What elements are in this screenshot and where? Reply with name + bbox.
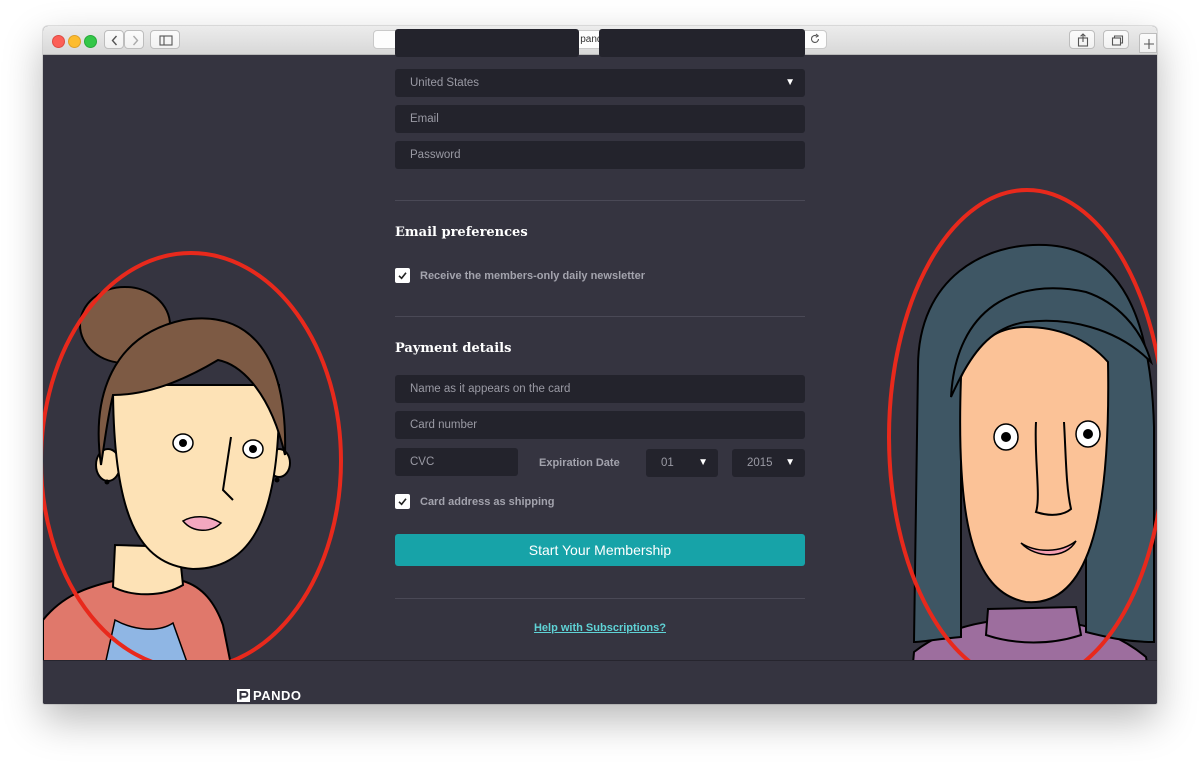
- pando-logo[interactable]: PANDO: [237, 688, 301, 703]
- password-placeholder: Password: [410, 149, 461, 161]
- exp-year-select[interactable]: 2015 ▼: [732, 449, 805, 477]
- card-number-field[interactable]: Card number: [395, 411, 805, 439]
- card-name-field[interactable]: Name as it appears on the card: [395, 375, 805, 403]
- exp-year-value: 2015: [747, 457, 773, 469]
- zoom-window-button[interactable]: [84, 35, 97, 48]
- sidebar-icon: [159, 35, 173, 46]
- email-preferences-heading: Email preferences: [395, 225, 528, 240]
- checkmark-icon: [398, 272, 407, 280]
- pando-logo-icon: [237, 688, 250, 702]
- plus-icon: [1144, 39, 1154, 49]
- newsletter-label[interactable]: Receive the members-only daily newslette…: [420, 270, 645, 282]
- payment-details-heading: Payment details: [395, 341, 512, 356]
- share-button[interactable]: [1069, 30, 1095, 49]
- expiration-date-label: Expiration Date: [539, 457, 620, 469]
- tabs-icon: [1111, 35, 1124, 46]
- dropdown-caret-icon: ▼: [698, 457, 708, 468]
- page-content: United States ▼ Email Password Email pre…: [43, 29, 1157, 704]
- reload-icon[interactable]: [809, 33, 821, 45]
- pando-logo-text: PANDO: [253, 688, 302, 703]
- minimize-window-button[interactable]: [68, 35, 81, 48]
- forward-icon: [132, 35, 139, 46]
- shipping-label[interactable]: Card address as shipping: [420, 496, 554, 508]
- forward-button[interactable]: [124, 30, 144, 49]
- close-window-button[interactable]: [52, 35, 65, 48]
- exp-month-select[interactable]: 01 ▼: [646, 449, 718, 477]
- divider: [395, 316, 805, 317]
- checkmark-icon: [398, 498, 407, 506]
- woman-dark-hair-illustration: [887, 188, 1157, 687]
- email-field[interactable]: Email: [395, 105, 805, 133]
- divider: [395, 200, 805, 201]
- divider: [395, 598, 805, 599]
- card-number-placeholder: Card number: [410, 419, 478, 431]
- last-name-field[interactable]: [599, 29, 805, 57]
- footer: PANDO: [43, 660, 1157, 704]
- shipping-checkbox[interactable]: [395, 494, 410, 509]
- cvc-placeholder: CVC: [410, 456, 435, 468]
- start-membership-button[interactable]: Start Your Membership: [395, 534, 805, 566]
- card-name-placeholder: Name as it appears on the card: [410, 383, 571, 395]
- woman-bun-illustration: [43, 251, 343, 665]
- newsletter-checkbox[interactable]: [395, 268, 410, 283]
- share-icon: [1077, 33, 1089, 47]
- tabs-button[interactable]: [1103, 30, 1129, 49]
- email-placeholder: Email: [410, 113, 439, 125]
- dropdown-caret-icon: ▼: [785, 77, 795, 88]
- country-select[interactable]: United States ▼: [395, 69, 805, 97]
- exp-month-value: 01: [661, 457, 674, 469]
- help-subscriptions-link[interactable]: Help with Subscriptions?: [395, 622, 805, 634]
- dropdown-caret-icon: ▼: [785, 457, 795, 468]
- country-value: United States: [410, 77, 480, 89]
- first-name-field[interactable]: [395, 29, 579, 57]
- cvc-field[interactable]: CVC: [395, 448, 518, 476]
- back-icon: [111, 35, 118, 46]
- sidebar-button[interactable]: [150, 30, 180, 49]
- password-field[interactable]: Password: [395, 141, 805, 169]
- back-button[interactable]: [104, 30, 124, 49]
- browser-window: pando.com United States ▼ Email Password…: [43, 26, 1157, 704]
- new-tab-button[interactable]: [1139, 33, 1157, 53]
